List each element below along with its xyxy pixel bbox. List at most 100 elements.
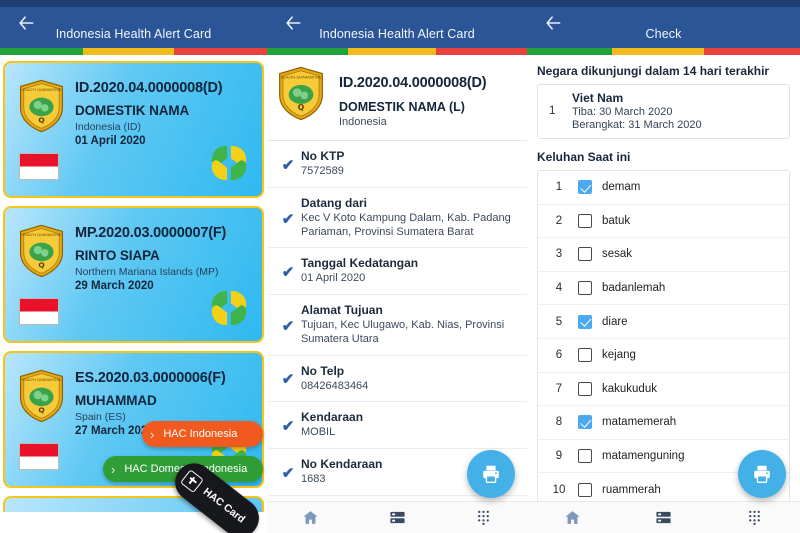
symptom-index: 3 (555, 248, 563, 261)
check-icon: ✔ (281, 210, 295, 228)
detail-row[interactable]: ✔ No Telp 08426483464 (267, 356, 527, 403)
symptom-row[interactable]: 1 demam (538, 171, 789, 205)
app-bar: Indonesia Health Alert Card (267, 7, 527, 48)
symptom-row[interactable]: 3 sesak (538, 238, 789, 272)
symptom-label: diare (602, 315, 628, 328)
card-text: ID.2020.04.0000008(D) DOMESTIK NAMA Indo… (75, 80, 254, 147)
nav-home[interactable] (267, 502, 354, 533)
detail-row[interactable]: ✔ No KTP 7572589 (267, 141, 527, 188)
hac-indonesia-button[interactable]: › HAC Indonesia (142, 421, 263, 447)
stripe-red (704, 48, 800, 55)
keypad-icon (749, 510, 760, 526)
status-bar (0, 0, 267, 7)
symptom-label: sesak (602, 248, 633, 261)
symptom-row[interactable]: 8 matamemerah (538, 406, 789, 440)
hac-card-item[interactable]: Q HEALTH QUARANTINE ID.2020.04.0000008(D… (3, 61, 264, 198)
symptom-row[interactable]: 6 kejang (538, 339, 789, 373)
symptom-index: 10 (552, 484, 566, 497)
detail-row-value: 01 April 2020 (301, 272, 366, 285)
svg-text:Q: Q (38, 115, 44, 124)
country-arrive: Tiba: 30 March 2020 (572, 106, 673, 118)
symptom-checkbox[interactable] (578, 314, 592, 329)
detail-row-label: Alamat Tujuan (301, 303, 383, 317)
detail-row-value: 08426483464 (301, 379, 369, 392)
symptom-checkbox[interactable] (578, 348, 592, 363)
bottom-nav (527, 501, 800, 533)
symptom-label: demam (602, 181, 641, 194)
home-icon (565, 511, 580, 524)
card-list[interactable]: Q HEALTH QUARANTINE ID.2020.04.0000008(D… (0, 55, 267, 533)
symptom-checkbox[interactable] (578, 281, 592, 296)
visited-country-item[interactable]: 1 Viet Nam Tiba: 30 March 2020 Berangkat… (537, 84, 790, 139)
symptom-index: 7 (555, 382, 563, 395)
detail-id: ID.2020.04.0000008(D) (339, 75, 487, 91)
symptom-checkbox[interactable] (578, 483, 592, 498)
detail-row-label: Kendaraan (301, 410, 364, 425)
back-arrow-icon[interactable] (540, 10, 566, 36)
hac-card-fab-label: HAC Card (200, 485, 248, 526)
svg-text:Q: Q (38, 405, 44, 414)
panel-hac-card-list: Indonesia Health Alert Card Q HEALTH QUA… (0, 0, 267, 533)
app-bar-title: Check (645, 27, 682, 41)
symptom-label: ruammerah (602, 484, 661, 497)
symptom-checkbox[interactable] (578, 381, 592, 396)
card-list-icon (656, 511, 671, 524)
symptom-row[interactable]: 4 badanlemah (538, 272, 789, 306)
check-icon: ✔ (281, 464, 295, 482)
symptom-checkbox[interactable] (578, 449, 592, 464)
symptom-checkbox[interactable] (578, 247, 592, 262)
detail-row-value: 7572589 (301, 165, 344, 177)
nav-card-list[interactable] (354, 502, 441, 533)
detail-row-value: Kec V Koto Kampung Dalam, Kab. Padang Pa… (301, 211, 511, 238)
svg-text:HEALTH QUARANTINE: HEALTH QUARANTINE (22, 233, 63, 237)
panel-check-form: Check Negara dikunjungi dalam 14 hari te… (527, 0, 800, 533)
card-name: MUHAMMAD (75, 393, 157, 408)
symptom-checkbox[interactable] (578, 213, 592, 228)
svg-text:Q: Q (38, 260, 44, 269)
detail-row[interactable]: ✔ Alamat Tujuan Tujuan, Kec Ulugawo, Kab… (267, 295, 527, 356)
print-icon (483, 465, 499, 483)
hac-indonesia-label: HAC Indonesia (163, 428, 238, 440)
symptom-index: 5 (555, 315, 563, 328)
app-bar: Check (527, 7, 800, 48)
app-bar-title: Indonesia Health Alert Card (319, 27, 475, 41)
stripe-green (0, 48, 83, 55)
nav-home[interactable] (527, 502, 618, 533)
nav-keypad[interactable] (709, 502, 800, 533)
keypad-icon (478, 510, 490, 526)
symptom-checkbox[interactable] (578, 415, 592, 430)
detail-row[interactable]: ✔ Kendaraan MOBIL (267, 402, 527, 449)
symptom-row[interactable]: 7 kakukuduk (538, 373, 789, 407)
panel-hac-detail: Indonesia Health Alert Card Q HEALTH QUA… (267, 0, 527, 533)
nav-keypad[interactable] (440, 502, 527, 533)
detail-name: DOMESTIK NAMA (L) (339, 100, 465, 114)
print-fab-button[interactable] (738, 450, 786, 498)
country-index: 1 (549, 105, 556, 117)
print-icon (754, 465, 770, 483)
symptom-label: kejang (602, 349, 636, 362)
hac-card-item[interactable]: Q HEALTH QUARANTINE MP.2020.03.0000007(F… (3, 206, 264, 343)
symptom-row[interactable]: 2 batuk (538, 205, 789, 239)
back-arrow-icon[interactable] (280, 10, 306, 36)
detail-row[interactable]: ✔ Datang dari Kec V Koto Kampung Dalam, … (267, 188, 527, 249)
flag-stripe (527, 48, 800, 55)
chevron-right-icon: › (150, 426, 155, 442)
detail-row-label: Datang dari (301, 195, 368, 210)
detail-country: Indonesia (339, 116, 387, 128)
nav-card-list[interactable] (618, 502, 709, 533)
check-body: Negara dikunjungi dalam 14 hari terakhir… (527, 55, 800, 533)
symptom-index: 9 (555, 450, 563, 463)
health-quarantine-emblem-icon: Q HEALTH QUARANTINE (277, 66, 325, 121)
symptom-checkbox[interactable] (578, 180, 592, 195)
flag-stripe (267, 48, 527, 55)
back-arrow-icon[interactable] (13, 10, 39, 36)
symptom-row[interactable]: 5 diare (538, 305, 789, 339)
detail-row-value: Tujuan, Kec Ulugawo, Kab. Nias, Provinsi… (301, 319, 505, 345)
detail-row[interactable]: ✔ Tanggal Kedatangan 01 April 2020 (267, 248, 527, 295)
check-icon: ✔ (281, 418, 295, 436)
symptom-index: 6 (555, 349, 563, 362)
detail-row-value: MOBIL (301, 426, 336, 439)
print-fab-button[interactable] (467, 450, 515, 498)
card-text: MP.2020.03.0000007(F) RINTO SIAPA Northe… (75, 225, 254, 292)
card-name: DOMESTIK NAMA (75, 103, 190, 118)
